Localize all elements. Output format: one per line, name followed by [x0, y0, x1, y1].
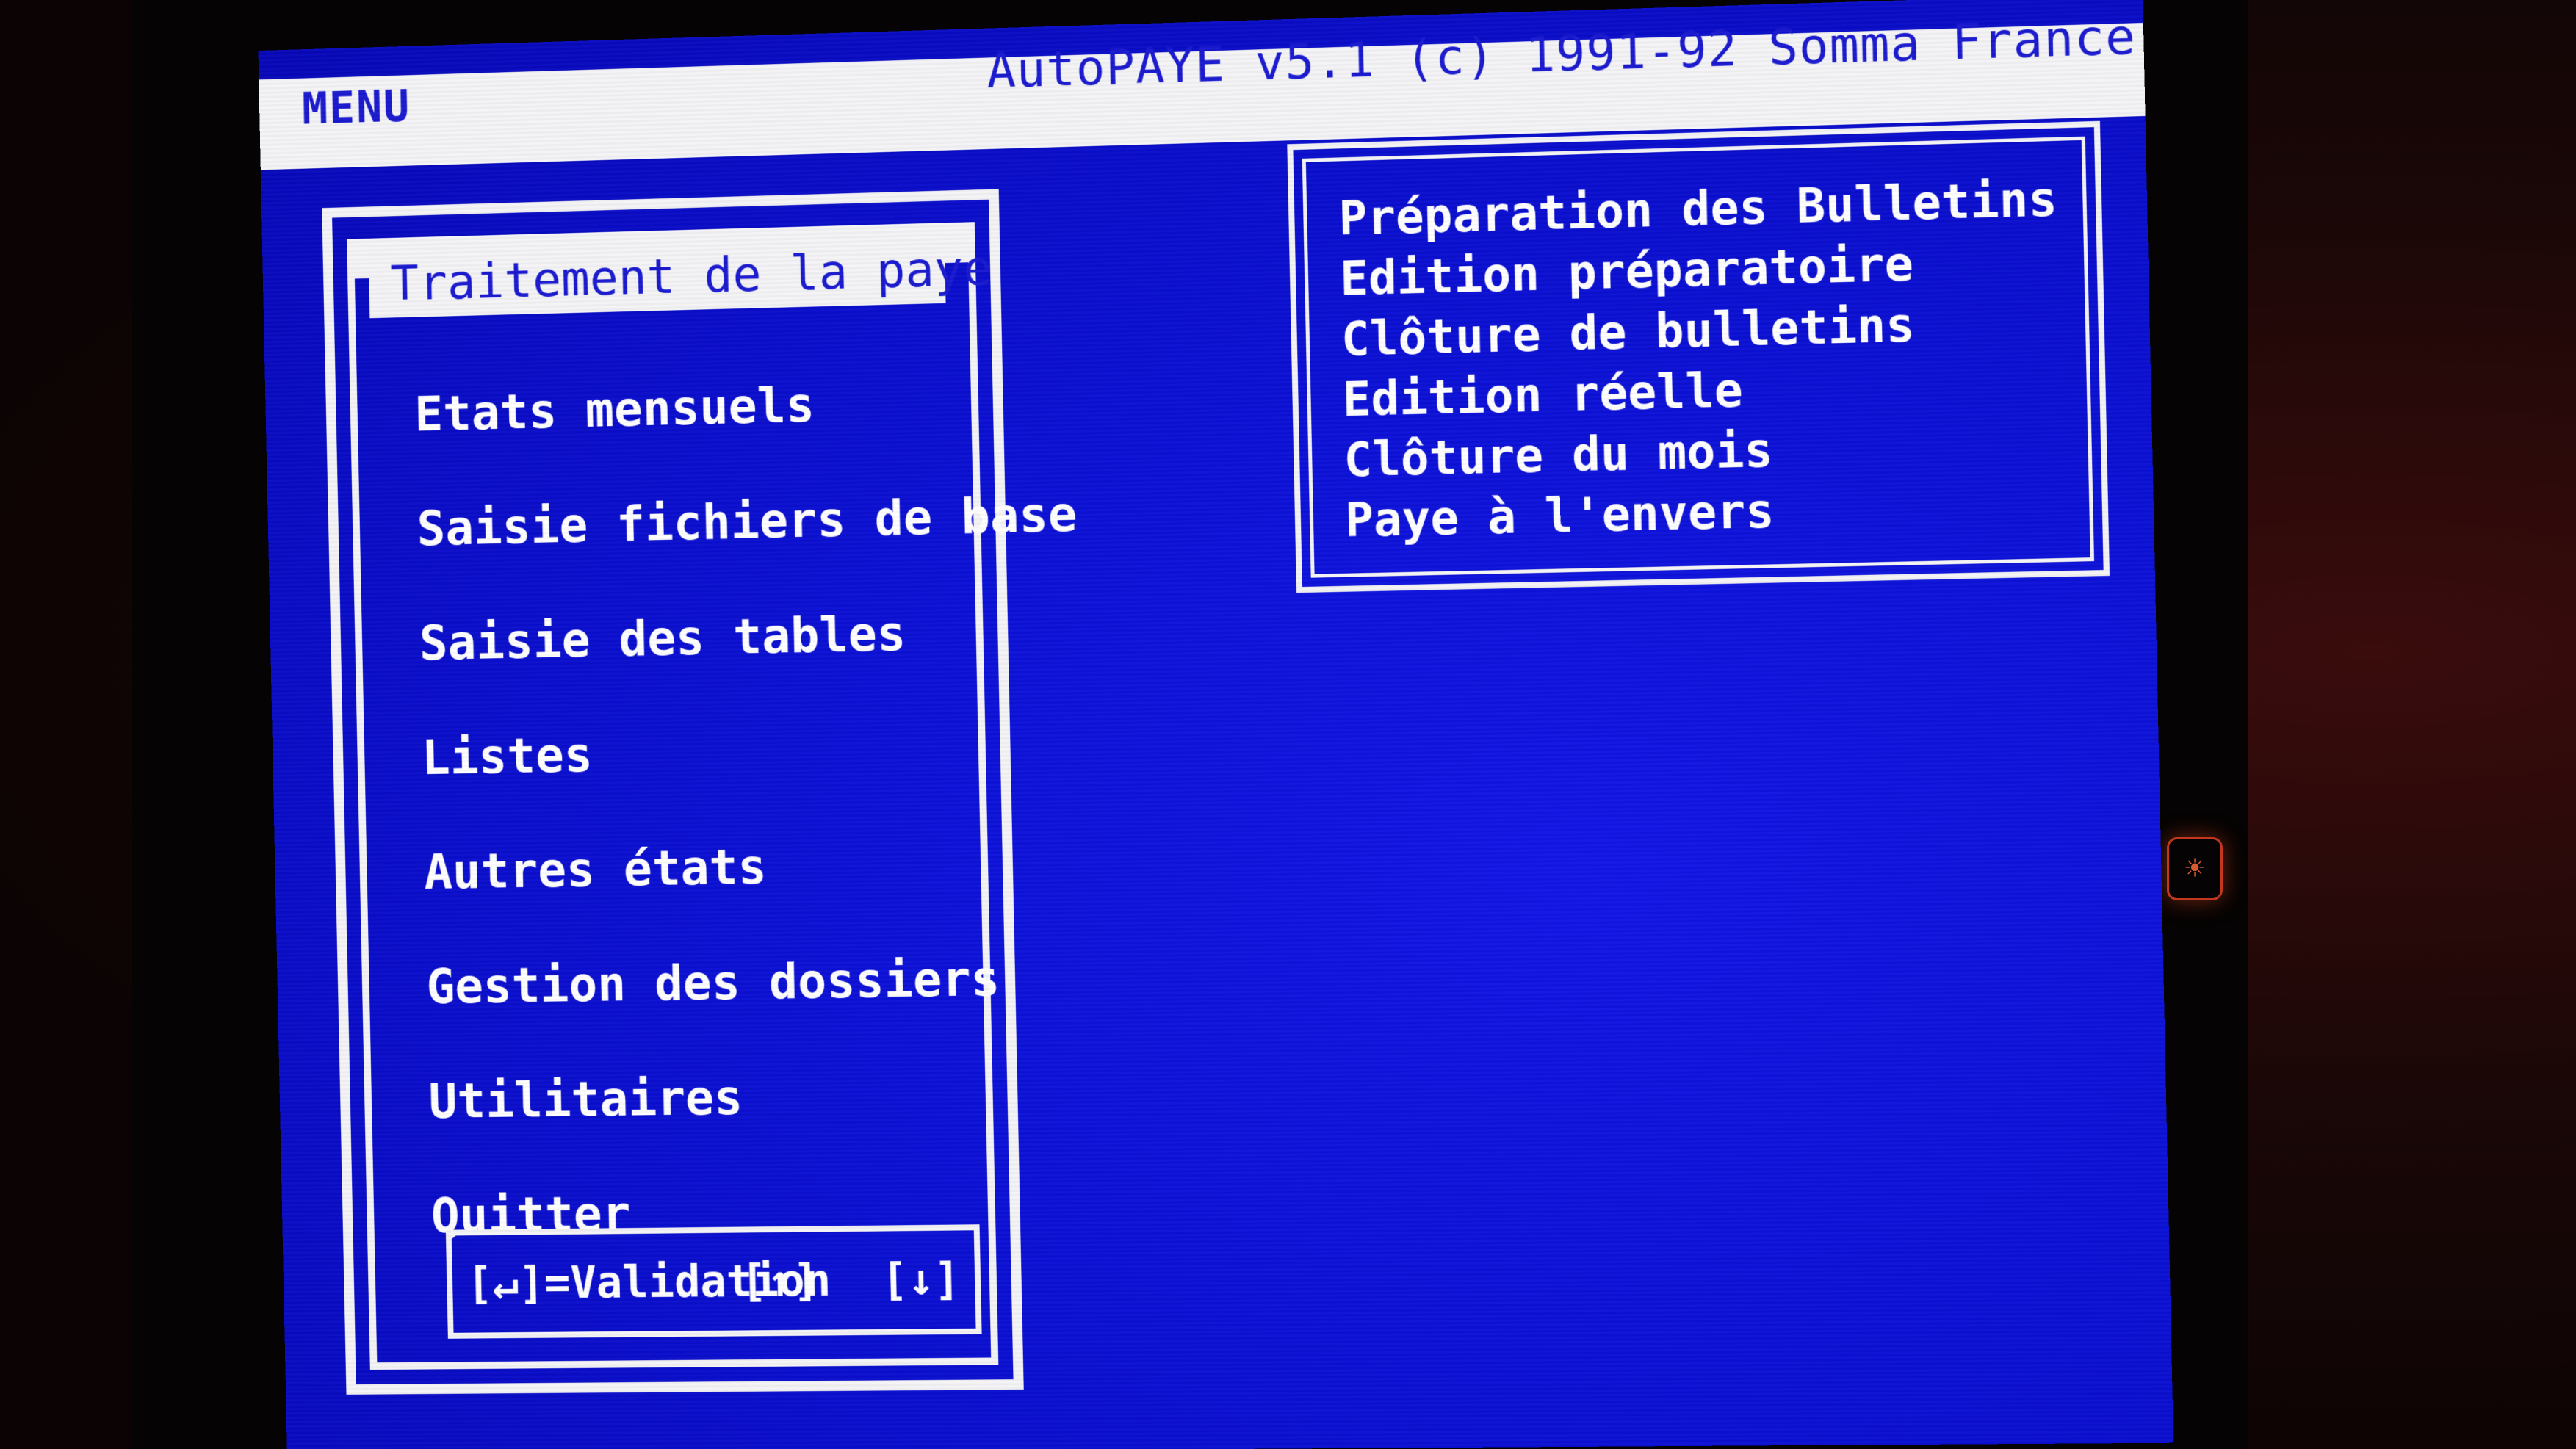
- menu-item-autres-etats[interactable]: Autres états: [423, 825, 1086, 951]
- lightbulb-icon: ☀: [2167, 837, 2223, 900]
- arrow-up-icon: [↑]: [740, 1255, 820, 1307]
- menu-item-saisie-fichiers-de-base[interactable]: Saisie fichiers de base: [416, 478, 1079, 608]
- main-menu-panel: Traitement de la paye Etats mensuels Sai…: [322, 189, 1078, 1395]
- menu-item-etats-mensuels[interactable]: Etats mensuels: [414, 362, 1076, 493]
- menu-item-saisie-des-tables[interactable]: Saisie des tables: [419, 593, 1081, 722]
- main-menu-list: Etats mensuels Saisie fichiers de base S…: [414, 362, 1093, 1295]
- arrow-down-icon: [↓]: [881, 1254, 962, 1307]
- crt-screen: MENU AutoPAYE v5.1 (c) 1991-92 Somma Fra…: [258, 0, 2174, 1449]
- menu-item-utilitaires[interactable]: Utilitaires: [428, 1057, 1091, 1180]
- menu-item-listes[interactable]: Listes: [421, 709, 1083, 836]
- sub-menu-panel: Préparation des Bulletins Edition prépar…: [1287, 120, 2110, 593]
- key-help-box: [↵]=Validation [↑] [↓]: [445, 1224, 982, 1339]
- menu-item-gestion-des-dossiers[interactable]: Gestion des dossiers: [426, 941, 1089, 1065]
- arrow-keys-hint: [↑] [↓]: [704, 1230, 962, 1330]
- sub-menu-list: Préparation des Bulletins Edition prépar…: [1338, 169, 2065, 551]
- menu-label[interactable]: MENU: [302, 81, 411, 134]
